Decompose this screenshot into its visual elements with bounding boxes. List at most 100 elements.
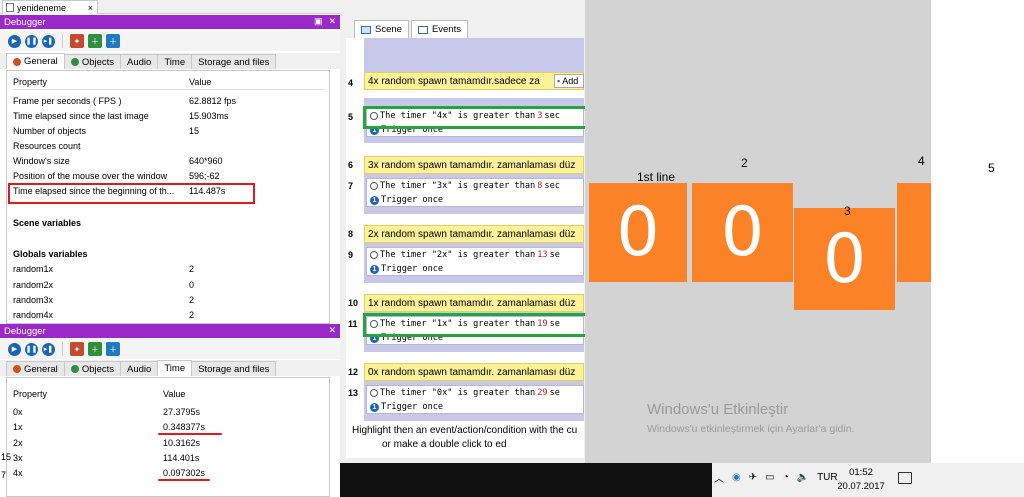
debugger-tabs: General Objects Audio Time Storage and f… [0,53,340,69]
battery-icon[interactable]: ▭ [765,472,774,483]
play-button[interactable]: ▶ [8,342,21,356]
table-row[interactable]: random2x 0 [13,277,325,292]
step-button[interactable]: ▸❚ [42,342,55,356]
section-scene-variables: Scene variables [13,217,82,228]
global-variable-icon[interactable]: ＋ [106,342,120,356]
game-preview[interactable]: 0 0 0 1st line 2 3 4 Windows'u Etkinleşt… [585,0,931,466]
debugger-title-bar[interactable]: Debugger ▣ ✕ [0,15,340,29]
event-number: 9 [348,250,354,260]
chevron-up-icon[interactable]: ︿ [714,470,724,485]
objects-icon [70,58,79,66]
tab-storage[interactable]: Storage and files [191,361,277,376]
variable-add-icon[interactable]: ＋ [88,342,102,356]
pause-button[interactable]: ❚❚ [25,342,38,356]
table-row[interactable]: 1x 0.348377s [13,419,325,434]
event-group-0x[interactable]: 0x random spawn tamamdır. zamanlaması dü… [364,363,584,381]
column-header-property[interactable]: Property [13,389,163,399]
update-icon[interactable]: ◉ [732,472,741,483]
left-edge-text: 7 [1,470,7,480]
tab-events[interactable]: Events [410,20,468,38]
object-create-icon[interactable]: ✦ [70,34,84,48]
restore-icon[interactable]: ▣ [314,16,323,27]
clock-date: 20.07.2017 [837,481,885,492]
counter-box-4-partial [897,183,931,282]
taskbar-clock[interactable]: 01:52 20.07.2017 [836,466,886,494]
add-button[interactable]: ▪ Add [554,74,584,88]
event-group-4x[interactable]: 4x random spawn tamamdır.sadece za [364,72,584,90]
trigger-once-icon: 1 [370,195,379,205]
close-icon[interactable]: ✕ [328,325,336,336]
condition-timer-3x[interactable]: The timer "3x" is greater than 8 sec 1 Tri… [366,178,584,207]
tab-general[interactable]: General [6,53,65,69]
close-icon[interactable]: × [88,3,93,13]
tab-time[interactable]: Time [157,54,193,69]
step-button[interactable]: ▸❚ [42,34,55,48]
document-tab[interactable]: yenideneme × [2,0,98,14]
network-icon[interactable]: ◔ [783,472,789,483]
table-row[interactable]: Time elapsed since the last image 15.903m… [13,108,325,123]
label-3: 3 [844,204,851,218]
event-number: 11 [348,319,358,329]
highlight-red-elapsed [8,183,255,204]
table-header: Property Value [13,75,325,90]
play-button[interactable]: ▶ [8,34,21,48]
tab-storage[interactable]: Storage and files [191,54,277,69]
table-row[interactable]: Window's size 640*960 [13,153,325,168]
debugger-tabs: General Objects Audio Time Storage and f… [0,360,340,376]
toolbar-separator [62,342,63,356]
event-group-2x[interactable]: 2x random spawn tamamdır. zamanlaması dü… [364,225,584,243]
plane-icon[interactable]: ✈ [749,472,757,483]
help-text: or make a double click to ed [382,439,507,450]
table-row[interactable]: Frame per seconds ( FPS ) 62.8812 fps [13,93,325,108]
editor-tabs: Scene Events [350,18,584,38]
counter-box-2: 0 [692,183,793,282]
global-variable-icon[interactable]: ＋ [106,34,120,48]
event-group-3x[interactable]: 3x random spawn tamamdır. zamanlaması dü… [364,156,584,174]
tab-audio[interactable]: Audio [120,54,159,69]
tab-audio[interactable]: Audio [120,361,159,376]
table-row[interactable]: Number of objects 15 [13,123,325,138]
bug-icon [13,57,21,66]
event-number: 6 [348,160,354,170]
close-icon[interactable]: ✕ [328,16,336,27]
volume-icon[interactable]: 🔈 [797,472,809,483]
table-row[interactable]: random1x 2 [13,261,325,276]
condition-timer-0x[interactable]: The timer "0x" is greater than 29 se 1 Tri… [366,385,584,414]
event-group-1x[interactable]: 1x random spawn tamamdır. zamanlaması dü… [364,294,584,312]
object-create-icon[interactable]: ✦ [70,342,84,356]
table-header: Property Value [13,386,325,401]
table-row[interactable]: 0x 27.3795s [13,404,325,419]
condition-timer-2x[interactable]: The timer "2x" is greater than 13 se 1 Tri… [366,247,584,276]
add-icon: ▪ [557,76,561,86]
event-number: 7 [348,181,354,191]
trigger-once-icon: 1 [370,264,379,274]
column-header-property[interactable]: Property [13,77,189,87]
variable-add-icon[interactable]: ＋ [88,34,102,48]
column-header-value[interactable]: Value [189,77,211,87]
debugger-title-bar-bottom[interactable]: Debugger ✕ [0,324,340,338]
pause-button[interactable]: ❚❚ [25,34,38,48]
table-row[interactable]: Position of the mouse over the window 596… [13,168,325,183]
underline-1x [158,433,222,435]
table-row[interactable]: random3x 2 [13,292,325,307]
event-block [364,38,584,72]
tab-objects[interactable]: Objects [63,54,122,69]
table-row[interactable]: 2x 10.3162s [13,435,325,450]
label-1st-line: 1st line [637,170,676,184]
tab-time[interactable]: Time [157,360,193,376]
language-indicator[interactable]: TUR [817,472,838,483]
document-icon [6,3,14,12]
table-row[interactable]: Resources count [13,138,325,153]
tab-scene[interactable]: Scene [354,20,409,38]
tab-general[interactable]: General [6,361,65,376]
event-number: 4 [348,78,354,88]
counter-box-3: 0 [794,208,895,310]
label-5: 5 [988,161,995,175]
tab-objects[interactable]: Objects [63,361,122,376]
table-row[interactable]: random4x 2 [13,307,325,322]
event-number: 8 [348,229,354,239]
table-row[interactable]: 3x 114.401s [13,450,325,465]
column-header-value[interactable]: Value [163,389,185,399]
table-row[interactable]: 4x 0.097302s [13,465,325,480]
notification-icon[interactable] [898,472,912,484]
